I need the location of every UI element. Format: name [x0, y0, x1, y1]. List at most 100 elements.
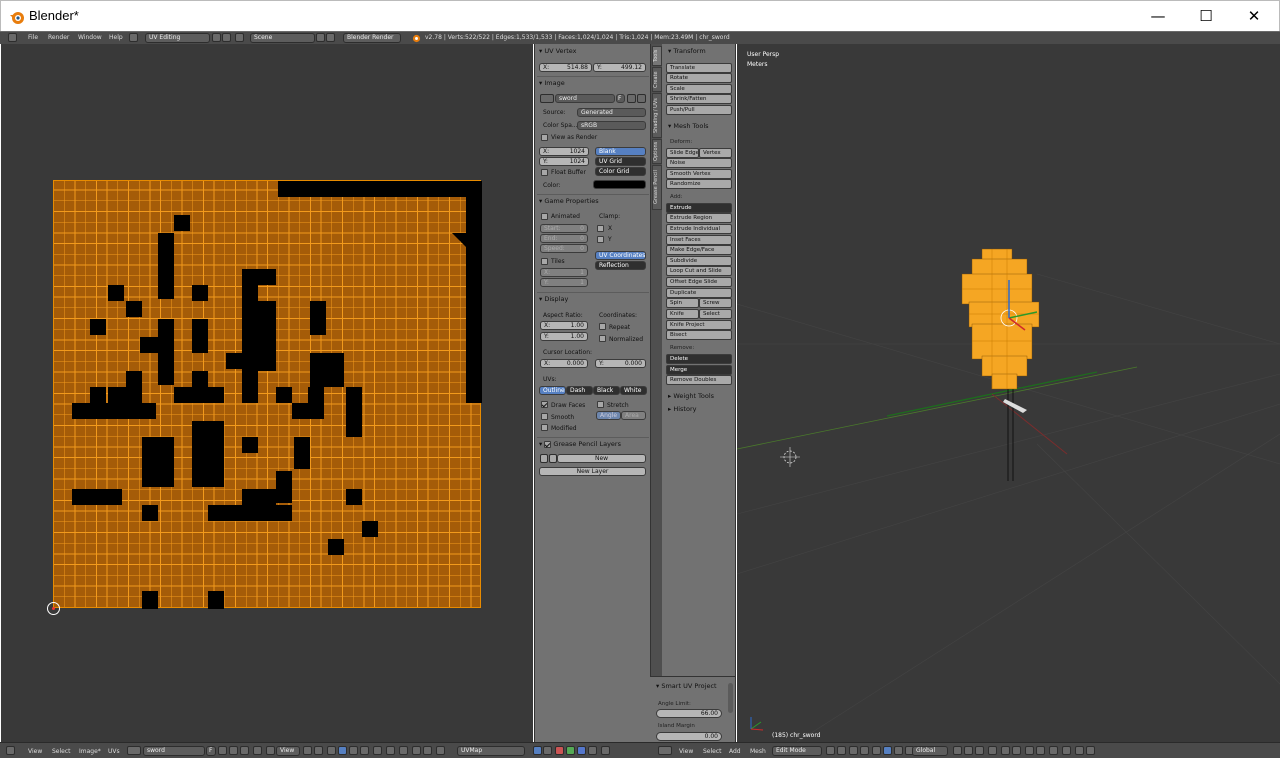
- bottom-fake-user[interactable]: F: [206, 746, 216, 756]
- new-image-icon[interactable]: [218, 746, 227, 755]
- 3d-menu-mesh[interactable]: Mesh: [750, 748, 766, 755]
- clamp-y-checkbox[interactable]: [597, 236, 604, 243]
- weight-tools-header[interactable]: ▸ Weight Tools: [668, 392, 714, 400]
- render-anim-icon[interactable]: [1062, 746, 1071, 755]
- select-face-icon[interactable]: [349, 746, 358, 755]
- bisect-button[interactable]: Bisect: [666, 330, 732, 340]
- uvmap-select[interactable]: UVMap: [457, 746, 525, 756]
- new-layer-button[interactable]: New Layer: [539, 467, 646, 476]
- 3d-menu-add[interactable]: Add: [729, 748, 741, 755]
- pin-image-icon[interactable]: [253, 746, 262, 755]
- tiles-checkbox[interactable]: [541, 258, 548, 265]
- menu-file[interactable]: File: [28, 34, 38, 41]
- smooth-vertex-button[interactable]: Smooth Vertex: [666, 169, 732, 179]
- add-layout-icon[interactable]: [212, 33, 221, 42]
- fake-user-button[interactable]: F: [616, 94, 625, 103]
- extrude-dropdown[interactable]: Extrude: [666, 203, 732, 213]
- pivot-icon[interactable]: [303, 746, 312, 755]
- screw-button[interactable]: Screw: [699, 298, 732, 308]
- merge-dropdown[interactable]: Merge: [666, 365, 732, 375]
- 3d-editor-type-icon[interactable]: [658, 746, 672, 755]
- render-channels-icon[interactable]: [533, 746, 542, 755]
- draw-faces-checkbox[interactable]: [541, 401, 548, 408]
- gen-type-blank[interactable]: Blank: [595, 147, 646, 156]
- cursor-x-field[interactable]: X: 0.000: [540, 359, 588, 368]
- delete-dropdown[interactable]: Delete: [666, 354, 732, 364]
- tab-grease-pencil[interactable]: Grease Pencil: [652, 165, 662, 210]
- slide-vertex-button[interactable]: Vertex: [699, 148, 732, 158]
- spin-button[interactable]: Spin: [666, 298, 699, 308]
- open-image-bottom-icon[interactable]: [229, 746, 238, 755]
- remove-doubles-button[interactable]: Remove Doubles: [666, 375, 732, 385]
- proportional-3d-icon[interactable]: [1001, 746, 1010, 755]
- snap-toggle-icon[interactable]: [412, 746, 421, 755]
- pivot-dropdown-icon[interactable]: [860, 746, 869, 755]
- falloff-3d-icon[interactable]: [1012, 746, 1021, 755]
- island-margin-field[interactable]: 0.00: [656, 732, 722, 741]
- image-header[interactable]: ▾ Image: [539, 79, 565, 87]
- snap-target-icon[interactable]: [1036, 746, 1045, 755]
- gen-height-field[interactable]: Y: 1024: [539, 157, 589, 166]
- render-preview-icon[interactable]: [1049, 746, 1058, 755]
- inset-faces-button[interactable]: Inset Faces: [666, 235, 732, 245]
- sticky-select-icon[interactable]: [373, 746, 382, 755]
- uv-vertex-x-field[interactable]: X: 514.88: [539, 63, 592, 72]
- blue-channel-icon[interactable]: [577, 746, 586, 755]
- aspect-y-field[interactable]: Y: 1.00: [540, 332, 588, 341]
- slide-edge-button[interactable]: Slide Edge: [666, 148, 699, 158]
- shrink-fatten-button[interactable]: Shrink/Fatten: [666, 94, 732, 104]
- remove-scene-icon[interactable]: [326, 33, 335, 42]
- close-button[interactable]: ✕: [1231, 1, 1277, 32]
- pivot-point-icon[interactable]: [849, 746, 858, 755]
- duplicate-button[interactable]: Duplicate: [666, 288, 732, 298]
- new-gpencil-button[interactable]: New: [557, 454, 646, 463]
- gen-width-field[interactable]: X: 1024: [539, 147, 589, 156]
- subdivide-button[interactable]: Subdivide: [666, 256, 732, 266]
- uv-2d-cursor-icon[interactable]: [47, 602, 60, 615]
- xray-icon[interactable]: [988, 746, 997, 755]
- snap-element-icon[interactable]: [423, 746, 432, 755]
- knife-button[interactable]: Knife: [666, 309, 699, 319]
- scene-select[interactable]: Scene: [250, 33, 315, 43]
- knife-project-button[interactable]: Knife Project: [666, 320, 732, 330]
- menu-window[interactable]: Window: [78, 34, 102, 41]
- 3d-viewport[interactable]: User Persp Meters (185) chr_sword: [737, 44, 1280, 742]
- uv-vertex-y-field[interactable]: Y: 499.12: [593, 63, 646, 72]
- manipulator-icon[interactable]: [872, 746, 881, 755]
- color-swatch[interactable]: [593, 180, 646, 189]
- cursor-y-field[interactable]: Y: 0.000: [595, 359, 646, 368]
- bottom-image-name[interactable]: sword: [143, 746, 205, 756]
- game-properties-header[interactable]: ▾ Game Properties: [539, 197, 599, 205]
- mapping-reflection[interactable]: Reflection: [595, 261, 646, 270]
- lock-icon[interactable]: [601, 746, 610, 755]
- push-pull-button[interactable]: Push/Pull: [666, 105, 732, 115]
- render-engine-select[interactable]: Blender Render: [343, 33, 401, 43]
- rotate-manip-icon[interactable]: [894, 746, 903, 755]
- scene-icon[interactable]: [235, 33, 244, 42]
- uv-vertex-header[interactable]: ▾ UV Vertex: [539, 47, 577, 55]
- extrude-individual-button[interactable]: Extrude Individual: [666, 224, 732, 234]
- animated-checkbox[interactable]: [541, 213, 548, 220]
- uv-menu-view[interactable]: View: [28, 748, 42, 755]
- gen-type-color-grid[interactable]: Color Grid: [595, 167, 646, 176]
- uv-editor-type-icon[interactable]: [6, 746, 15, 755]
- select-edge-mode-icon[interactable]: [975, 746, 984, 755]
- proportional-falloff-icon[interactable]: [399, 746, 408, 755]
- layer-browse-icon[interactable]: [549, 454, 557, 463]
- layout-select[interactable]: UV Editing: [145, 33, 210, 43]
- scene-layers-icon[interactable]: [1075, 746, 1084, 755]
- unlink-image-icon[interactable]: [637, 94, 646, 103]
- extrude-region-button[interactable]: Extrude Region: [666, 213, 732, 223]
- view-mode-icon[interactable]: [266, 746, 275, 755]
- uv-style-dash[interactable]: Dash: [566, 386, 593, 395]
- image-browse-bottom-icon[interactable]: [127, 746, 141, 755]
- proportional-edit-icon[interactable]: [386, 746, 395, 755]
- display-channels-icon[interactable]: [588, 746, 597, 755]
- select-vertex-icon[interactable]: [327, 746, 336, 755]
- open-image-icon[interactable]: [627, 94, 636, 103]
- alpha-channel-icon[interactable]: [543, 746, 552, 755]
- select-island-icon[interactable]: [360, 746, 369, 755]
- source-select[interactable]: Generated: [577, 108, 646, 117]
- minimize-button[interactable]: —: [1135, 1, 1181, 32]
- repeat-checkbox[interactable]: [599, 323, 606, 330]
